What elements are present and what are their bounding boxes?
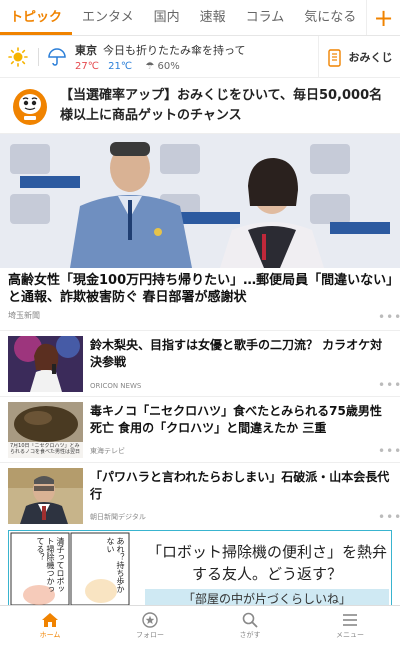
- ad-answer-strip: 「部屋の中が片づくらしいね」: [145, 589, 389, 605]
- ad-manga-text-2: あれ？持ち歩かない: [106, 537, 125, 593]
- news-source: ORICON NEWS: [90, 382, 142, 390]
- tab-column[interactable]: コラム: [236, 0, 295, 35]
- omikuji-icon: [327, 48, 341, 67]
- news-thumbnail: 7月10日「ニセクロハツ」とみられるノコを食べた男性は翌日: [8, 402, 83, 458]
- star-icon: [142, 611, 158, 628]
- omikuji-label: おみくじ: [348, 50, 393, 64]
- more-options-icon[interactable]: •••: [378, 445, 400, 457]
- tab-entertainment[interactable]: エンタメ: [72, 0, 144, 35]
- news-source: 東海テレビ: [90, 447, 125, 455]
- tab-topics[interactable]: トピック: [0, 0, 73, 35]
- more-options-icon[interactable]: •••: [378, 511, 400, 523]
- temp-low: 21℃: [108, 60, 133, 72]
- add-tab-button[interactable]: +: [366, 0, 400, 35]
- news-title: 「パワハラと言われたらおしまい」石破派・山本会長代行: [90, 470, 390, 501]
- menu-icon: [343, 613, 357, 626]
- news-item[interactable]: 7月10日「ニセクロハツ」とみられるノコを食べた男性は翌日 毒キノコ「ニセクロハ…: [0, 396, 400, 462]
- omikuji-button[interactable]: おみくじ: [318, 35, 400, 78]
- ad-banner[interactable]: 清子ってロボット掃除機つかってる？ あれ？持ち歩かない 「ロボット掃除機の便利さ…: [8, 530, 392, 606]
- tab-domestic[interactable]: 国内: [144, 0, 190, 35]
- nav-menu-label: メニュー: [336, 630, 364, 639]
- ad-headline: 「ロボット掃除機の便利さ」を熱弁する友人。どう返す？: [146, 543, 387, 583]
- temp-high: 27℃: [75, 60, 99, 72]
- weather-widget[interactable]: 東京 今日も折りたたみ傘を持って 27℃ 21℃ ☂ 60% おみくじ: [0, 35, 400, 78]
- hero-article-source: 埼玉新聞: [8, 311, 40, 320]
- promo-text: 【当選確率アップ】おみくじをひいて、毎日50,000名様以上に商品ゲットのチャン…: [60, 87, 383, 123]
- bottom-navigation: ホーム フォロー さがす メニュー: [0, 605, 400, 645]
- thumbnail-caption: 7月10日「ニセクロハツ」とみられるノコを食べた男性は翌日: [10, 443, 81, 455]
- omikuji-promo-banner[interactable]: 【当選確率アップ】おみくじをひいて、毎日50,000名様以上に商品ゲットのチャン…: [0, 78, 400, 134]
- news-thumbnail: [8, 468, 83, 524]
- news-item[interactable]: 鈴木梨央、目指すは女優と歌手の二刀流？ カラオケ対決参戦 ORICON NEWS…: [0, 330, 400, 396]
- nav-home-label: ホーム: [39, 630, 61, 639]
- weather-city: 東京: [75, 43, 97, 57]
- ad-manga-text-1: 清子ってロボット掃除機つかってる？: [36, 537, 65, 593]
- umbrella-icon: [48, 47, 66, 66]
- nav-home[interactable]: ホーム: [0, 606, 100, 645]
- search-icon: [242, 612, 258, 627]
- news-item[interactable]: 「パワハラと言われたらおしまい」石破派・山本会長代行 朝日新聞デジタル •••: [0, 462, 400, 528]
- news-title: 毒キノコ「ニセクロハツ」食べたとみられる75歳男性死亡 食用の「クロハツ」と間違…: [90, 404, 382, 435]
- tab-curious[interactable]: 気になる: [294, 0, 366, 35]
- tab-breaking[interactable]: 速報: [190, 0, 236, 35]
- news-thumbnail: [8, 336, 83, 392]
- nav-search[interactable]: さがす: [200, 606, 300, 645]
- hero-photo: [0, 134, 400, 268]
- rain-chance: ☂ 60%: [145, 60, 180, 72]
- nav-follow[interactable]: フォロー: [100, 606, 200, 645]
- daruma-icon: [13, 88, 47, 125]
- nav-follow-label: フォロー: [136, 630, 164, 639]
- weather-message: 今日も折りたたみ傘を持って: [103, 43, 246, 57]
- news-source: 朝日新聞デジタル: [90, 513, 146, 521]
- hero-article-title[interactable]: 高齢女性「現金100万円持ち帰りたい」…郵便局員「間違いない」と通報、詐欺被害防…: [8, 272, 394, 306]
- plus-icon: +: [373, 3, 394, 32]
- rain-chance-value: 60%: [157, 60, 180, 72]
- nav-search-label: さがす: [239, 630, 261, 639]
- news-title: 鈴木梨央、目指すは女優と歌手の二刀流？ カラオケ対決参戦: [90, 338, 383, 369]
- home-icon: [42, 612, 58, 627]
- more-options-icon[interactable]: •••: [378, 379, 400, 391]
- weather-text: 東京 今日も折りたたみ傘を持って 27℃ 21℃ ☂ 60%: [75, 42, 285, 72]
- more-options-icon[interactable]: •••: [378, 311, 400, 323]
- nav-menu[interactable]: メニュー: [300, 606, 400, 645]
- category-tab-bar: トピック エンタメ 国内 速報 コラム 気になる ス +: [0, 0, 400, 36]
- hero-article-image[interactable]: [0, 134, 400, 268]
- sun-icon: [8, 46, 28, 67]
- weather-divider: [38, 47, 39, 66]
- tab-list: トピック エンタメ 国内 速報 コラム 気になる ス: [0, 0, 366, 35]
- ad-manga-image: 清子ってロボット掃除機つかってる？ あれ？持ち歩かない: [9, 531, 131, 605]
